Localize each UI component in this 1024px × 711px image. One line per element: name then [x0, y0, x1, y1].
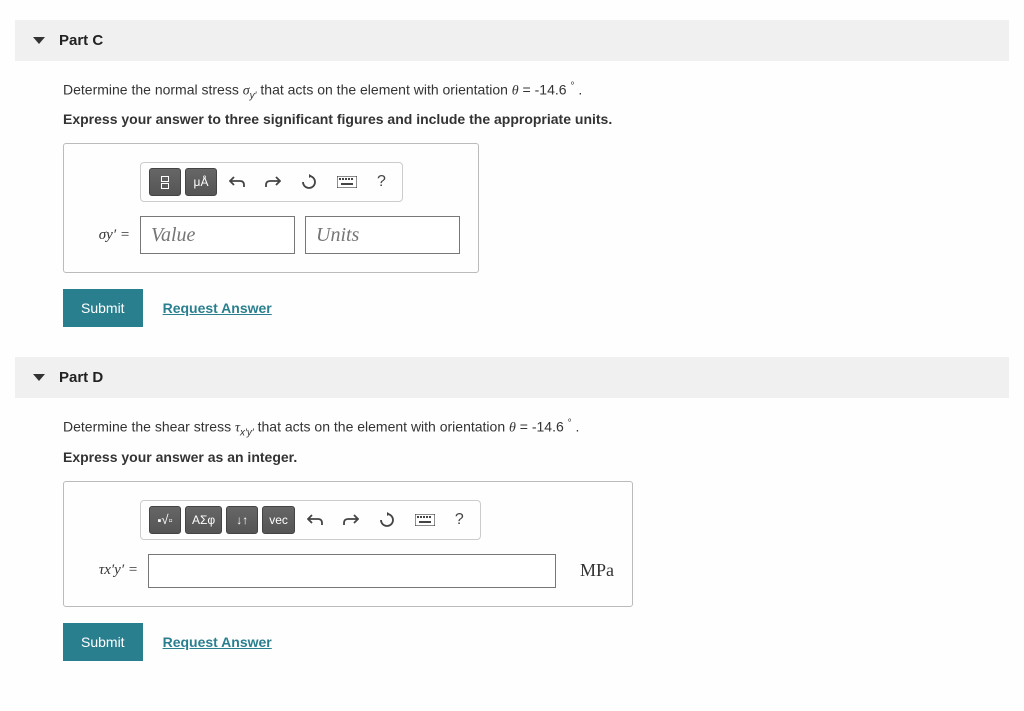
part-d-submit-row: Submit Request Answer — [63, 623, 961, 661]
help-button[interactable]: ? — [447, 507, 472, 533]
redo-icon — [343, 513, 359, 527]
part-c-toolbar: μÅ ? — [140, 162, 403, 202]
prompt-period: . — [572, 419, 580, 435]
part-c-header[interactable]: Part C — [15, 20, 1009, 61]
part-d-instruction: Express your answer as an integer. — [63, 449, 961, 465]
theta-var: θ — [509, 421, 516, 436]
reset-icon — [301, 174, 317, 190]
sub-super-button[interactable]: ↓↑ — [226, 506, 258, 534]
value-input[interactable] — [140, 216, 295, 254]
submit-button[interactable]: Submit — [63, 289, 143, 327]
units-input[interactable] — [305, 216, 460, 254]
prompt-text: Determine the shear stress — [63, 419, 235, 435]
prompt-mid: that acts on the element with orientatio… — [254, 419, 509, 435]
keyboard-button[interactable] — [407, 510, 443, 530]
template-tool-button[interactable]: ▪▫ — [149, 506, 181, 534]
part-d-body: Determine the shear stress τx′y′ that ac… — [15, 398, 1009, 670]
part-c-instruction: Express your answer to three significant… — [63, 111, 961, 127]
request-answer-link[interactable]: Request Answer — [163, 634, 272, 650]
part-d-header[interactable]: Part D — [15, 357, 1009, 398]
help-button[interactable]: ? — [369, 169, 394, 195]
part-c-submit-row: Submit Request Answer — [63, 289, 961, 327]
part-d-title: Part D — [59, 369, 103, 386]
part-d-answer-row: τx′y′ = MPa — [82, 554, 614, 588]
collapse-triangle-icon — [33, 37, 45, 44]
tau-subscript: x′y′ — [240, 428, 254, 439]
sigma-y-label: σy′ = — [82, 227, 130, 244]
answer-input[interactable] — [148, 554, 556, 588]
collapse-triangle-icon — [33, 374, 45, 381]
undo-button[interactable] — [299, 509, 331, 531]
mu-angstrom-button[interactable]: μÅ — [185, 168, 217, 196]
part-d-prompt: Determine the shear stress τx′y′ that ac… — [63, 418, 961, 438]
part-d-toolbar: ▪▫ ΑΣφ ↓↑ vec ? — [140, 500, 481, 540]
prompt-period: . — [574, 82, 582, 98]
keyboard-button[interactable] — [329, 172, 365, 192]
keyboard-icon — [337, 176, 357, 188]
keyboard-icon — [415, 514, 435, 526]
theta-value: = -14.6 — [516, 419, 568, 435]
fraction-icon — [161, 176, 169, 189]
part-c-answer-panel: μÅ ? σy′ = — [63, 143, 479, 273]
sigma-subscript: y′ — [250, 90, 257, 101]
submit-button[interactable]: Submit — [63, 623, 143, 661]
unit-label: MPa — [580, 560, 614, 581]
fraction-tool-button[interactable] — [149, 168, 181, 196]
sigma-var: σ — [243, 84, 250, 99]
template-icon: ▪▫ — [158, 512, 173, 527]
vec-button[interactable]: vec — [262, 506, 295, 534]
redo-button[interactable] — [257, 171, 289, 193]
part-c-title: Part C — [59, 32, 103, 49]
undo-icon — [307, 513, 323, 527]
prompt-mid: that acts on the element with orientatio… — [257, 82, 512, 98]
theta-value: = -14.6 — [519, 82, 571, 98]
part-d-answer-panel: ▪▫ ΑΣφ ↓↑ vec ? τx′y′ — [63, 481, 633, 607]
prompt-text: Determine the normal stress — [63, 82, 243, 98]
reset-button[interactable] — [371, 508, 403, 532]
reset-button[interactable] — [293, 170, 325, 194]
undo-button[interactable] — [221, 171, 253, 193]
greek-button[interactable]: ΑΣφ — [185, 506, 222, 534]
tau-xy-label: τx′y′ = — [82, 562, 138, 579]
request-answer-link[interactable]: Request Answer — [163, 300, 272, 316]
redo-button[interactable] — [335, 509, 367, 531]
redo-icon — [265, 175, 281, 189]
part-c-body: Determine the normal stress σy′ that act… — [15, 61, 1009, 337]
part-c-prompt: Determine the normal stress σy′ that act… — [63, 81, 961, 101]
part-c-container: Part C Determine the normal stress σy′ t… — [15, 20, 1009, 337]
reset-icon — [379, 512, 395, 528]
undo-icon — [229, 175, 245, 189]
theta-var: θ — [512, 84, 519, 99]
part-c-answer-row: σy′ = — [82, 216, 460, 254]
part-d-container: Part D Determine the shear stress τx′y′ … — [15, 357, 1009, 670]
